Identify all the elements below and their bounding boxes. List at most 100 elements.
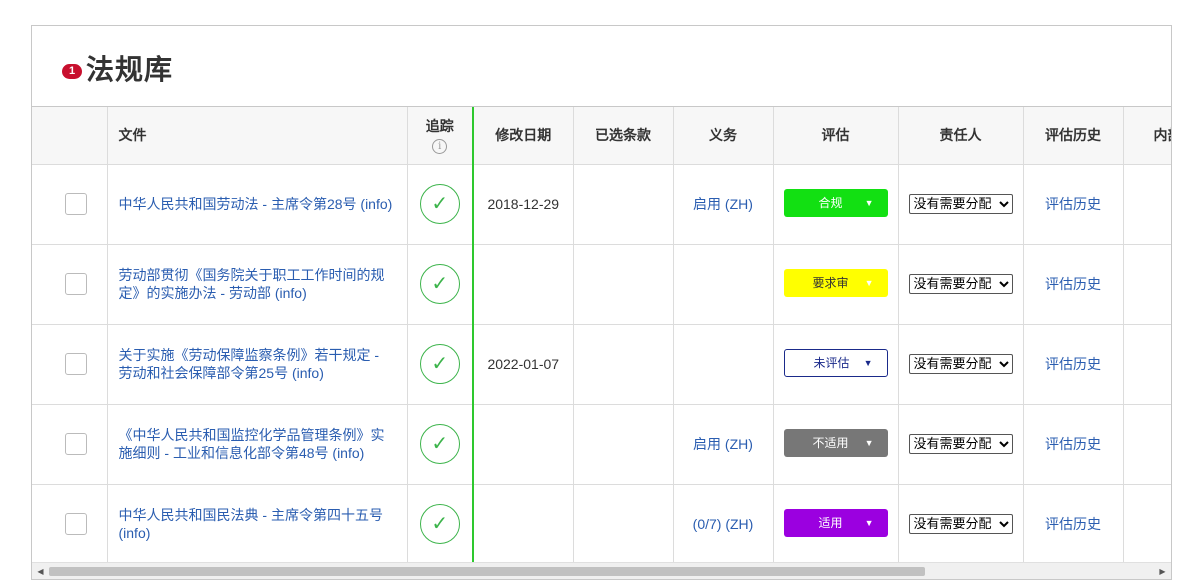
modified-date-cell: 2018-12-29 <box>473 164 574 245</box>
caret-down-icon: ▼ <box>864 517 874 528</box>
tracking-cell: ✓ <box>407 324 474 405</box>
header-evaluation[interactable]: 评估 <box>773 107 899 165</box>
history-link[interactable]: 评估历史 <box>1045 516 1101 532</box>
obligation-cell <box>673 244 774 325</box>
document-cell: 劳动部贯彻《国务院关于职工工作时间的规定》的实施办法 - 劳动部 (info) <box>107 244 408 325</box>
check-circle-icon[interactable]: ✓ <box>419 264 460 304</box>
evaluation-dropdown[interactable]: 适用 ▼ <box>783 508 888 537</box>
check-circle-icon[interactable]: ✓ <box>419 344 460 384</box>
owner-select[interactable]: 没有需要分配 <box>908 354 1013 374</box>
header-internal[interactable]: 内部 <box>1123 107 1171 165</box>
row-checkbox[interactable] <box>65 433 88 455</box>
evaluation-dropdown[interactable]: 不适用 ▼ <box>783 428 888 457</box>
owner-cell: 没有需要分配 <box>898 484 1024 564</box>
row-checkbox[interactable] <box>65 513 88 535</box>
row-select-cell <box>32 484 108 564</box>
evaluation-dropdown[interactable]: 要求审 ▼ <box>783 268 888 297</box>
scroll-right-arrow-icon[interactable]: ▶ <box>1154 563 1171 579</box>
document-link[interactable]: 中华人民共和国劳动法 - 主席令第28号 (info) <box>119 196 393 212</box>
obligation-cell: (0/7) (ZH) <box>673 484 774 564</box>
obligation-cell <box>673 324 774 405</box>
row-checkbox[interactable] <box>65 353 88 375</box>
selected-clauses-cell <box>573 244 674 325</box>
scrollbar-thumb[interactable] <box>49 567 925 576</box>
selected-clauses-cell <box>573 484 674 564</box>
header-document[interactable]: 文件 <box>107 107 408 165</box>
evaluation-dropdown[interactable]: 合规 ▼ <box>783 188 888 217</box>
tracking-cell: ✓ <box>407 404 474 485</box>
owner-cell: 没有需要分配 <box>898 244 1024 325</box>
horizontal-scrollbar[interactable]: ◀ ▶ <box>32 562 1171 579</box>
header-select <box>32 107 108 165</box>
table-row: 《中华人民共和国监控化学品管理条例》实施细则 - 工业和信息化部令第48号 (i… <box>32 404 1171 485</box>
owner-select[interactable]: 没有需要分配 <box>908 434 1013 454</box>
history-link[interactable]: 评估历史 <box>1045 356 1101 372</box>
row-select-cell <box>32 244 108 325</box>
evaluation-cell: 要求审 ▼ <box>773 244 899 325</box>
selected-clauses-cell <box>573 164 674 245</box>
page-title: 法规库 <box>86 54 174 85</box>
table-container: 文件 追踪 i 修改日期 已选条款 义务 评估 责任人 评估历史 内部 <box>32 107 1171 564</box>
owner-select[interactable]: 没有需要分配 <box>908 514 1013 534</box>
owner-cell: 没有需要分配 <box>898 404 1024 485</box>
header-selected-clauses[interactable]: 已选条款 <box>573 107 674 165</box>
obligation-link[interactable]: 启用 (ZH) <box>693 436 753 452</box>
notification-badge: 1 <box>62 64 82 79</box>
check-circle-icon[interactable]: ✓ <box>419 184 460 224</box>
caret-down-icon: ▼ <box>863 357 873 368</box>
evaluation-label: 不适用 <box>812 435 849 450</box>
document-link[interactable]: 《中华人民共和国监控化学品管理条例》实施细则 - 工业和信息化部令第48号 (i… <box>119 427 385 461</box>
row-checkbox[interactable] <box>65 193 88 215</box>
caret-down-icon: ▼ <box>864 277 874 288</box>
row-select-cell <box>32 404 108 485</box>
table-header-row: 文件 追踪 i 修改日期 已选条款 义务 评估 责任人 评估历史 内部 <box>32 107 1171 165</box>
obligation-cell: 启用 (ZH) <box>673 404 774 485</box>
document-cell: 中华人民共和国民法典 - 主席令第四十五号 (info) <box>107 484 408 564</box>
owner-cell: 没有需要分配 <box>898 324 1024 405</box>
info-icon[interactable]: i <box>432 139 448 155</box>
history-link[interactable]: 评估历史 <box>1045 196 1101 212</box>
check-circle-icon[interactable]: ✓ <box>419 424 460 464</box>
history-cell: 评估历史 <box>1023 164 1124 245</box>
check-circle-icon[interactable]: ✓ <box>419 504 460 544</box>
scroll-left-arrow-icon[interactable]: ◀ <box>32 563 49 579</box>
internal-cell: + <box>1123 324 1171 405</box>
header-obligation[interactable]: 义务 <box>673 107 774 165</box>
document-cell: 《中华人民共和国监控化学品管理条例》实施细则 - 工业和信息化部令第48号 (i… <box>107 404 408 485</box>
regulation-table: 文件 追踪 i 修改日期 已选条款 义务 评估 责任人 评估历史 内部 <box>32 107 1171 564</box>
row-select-cell <box>32 164 108 245</box>
history-cell: 评估历史 <box>1023 324 1124 405</box>
header-history[interactable]: 评估历史 <box>1023 107 1124 165</box>
document-link[interactable]: 中华人民共和国民法典 - 主席令第四十五号 (info) <box>119 507 383 541</box>
obligation-link[interactable]: (0/7) (ZH) <box>693 516 754 532</box>
title-bar: 1 法规库 <box>32 26 1171 107</box>
internal-cell: + <box>1123 484 1171 564</box>
caret-down-icon: ▼ <box>864 437 874 448</box>
row-select-cell <box>32 324 108 405</box>
owner-select[interactable]: 没有需要分配 <box>908 194 1013 214</box>
header-modified-date[interactable]: 修改日期 <box>473 107 574 165</box>
caret-down-icon: ▼ <box>864 197 874 208</box>
tracking-cell: ✓ <box>407 484 474 564</box>
header-tracking[interactable]: 追踪 i <box>407 107 474 165</box>
owner-select[interactable]: 没有需要分配 <box>908 274 1013 294</box>
obligation-link[interactable]: 启用 (ZH) <box>693 196 753 212</box>
evaluation-dropdown[interactable]: 未评估 ▼ <box>783 348 888 377</box>
table-row: 中华人民共和国民法典 - 主席令第四十五号 (info) ✓ (0/7) (ZH… <box>32 484 1171 564</box>
selected-clauses-cell <box>573 324 674 405</box>
evaluation-label: 适用 <box>818 515 843 530</box>
history-cell: 评估历史 <box>1023 484 1124 564</box>
document-link[interactable]: 劳动部贯彻《国务院关于职工工作时间的规定》的实施办法 - 劳动部 (info) <box>119 267 385 301</box>
internal-cell: + <box>1123 164 1171 245</box>
header-owner[interactable]: 责任人 <box>898 107 1024 165</box>
evaluation-cell: 未评估 ▼ <box>773 324 899 405</box>
modified-date-cell: 2022-01-07 <box>473 324 574 405</box>
modified-date-cell <box>473 404 574 485</box>
history-cell: 评估历史 <box>1023 244 1124 325</box>
document-link[interactable]: 关于实施《劳动保障监察条例》若干规定 - 劳动和社会保障部令第25号 (info… <box>119 347 380 381</box>
evaluation-cell: 合规 ▼ <box>773 164 899 245</box>
history-link[interactable]: 评估历史 <box>1045 276 1101 292</box>
history-link[interactable]: 评估历史 <box>1045 436 1101 452</box>
row-checkbox[interactable] <box>65 273 88 295</box>
modified-date-cell <box>473 244 574 325</box>
